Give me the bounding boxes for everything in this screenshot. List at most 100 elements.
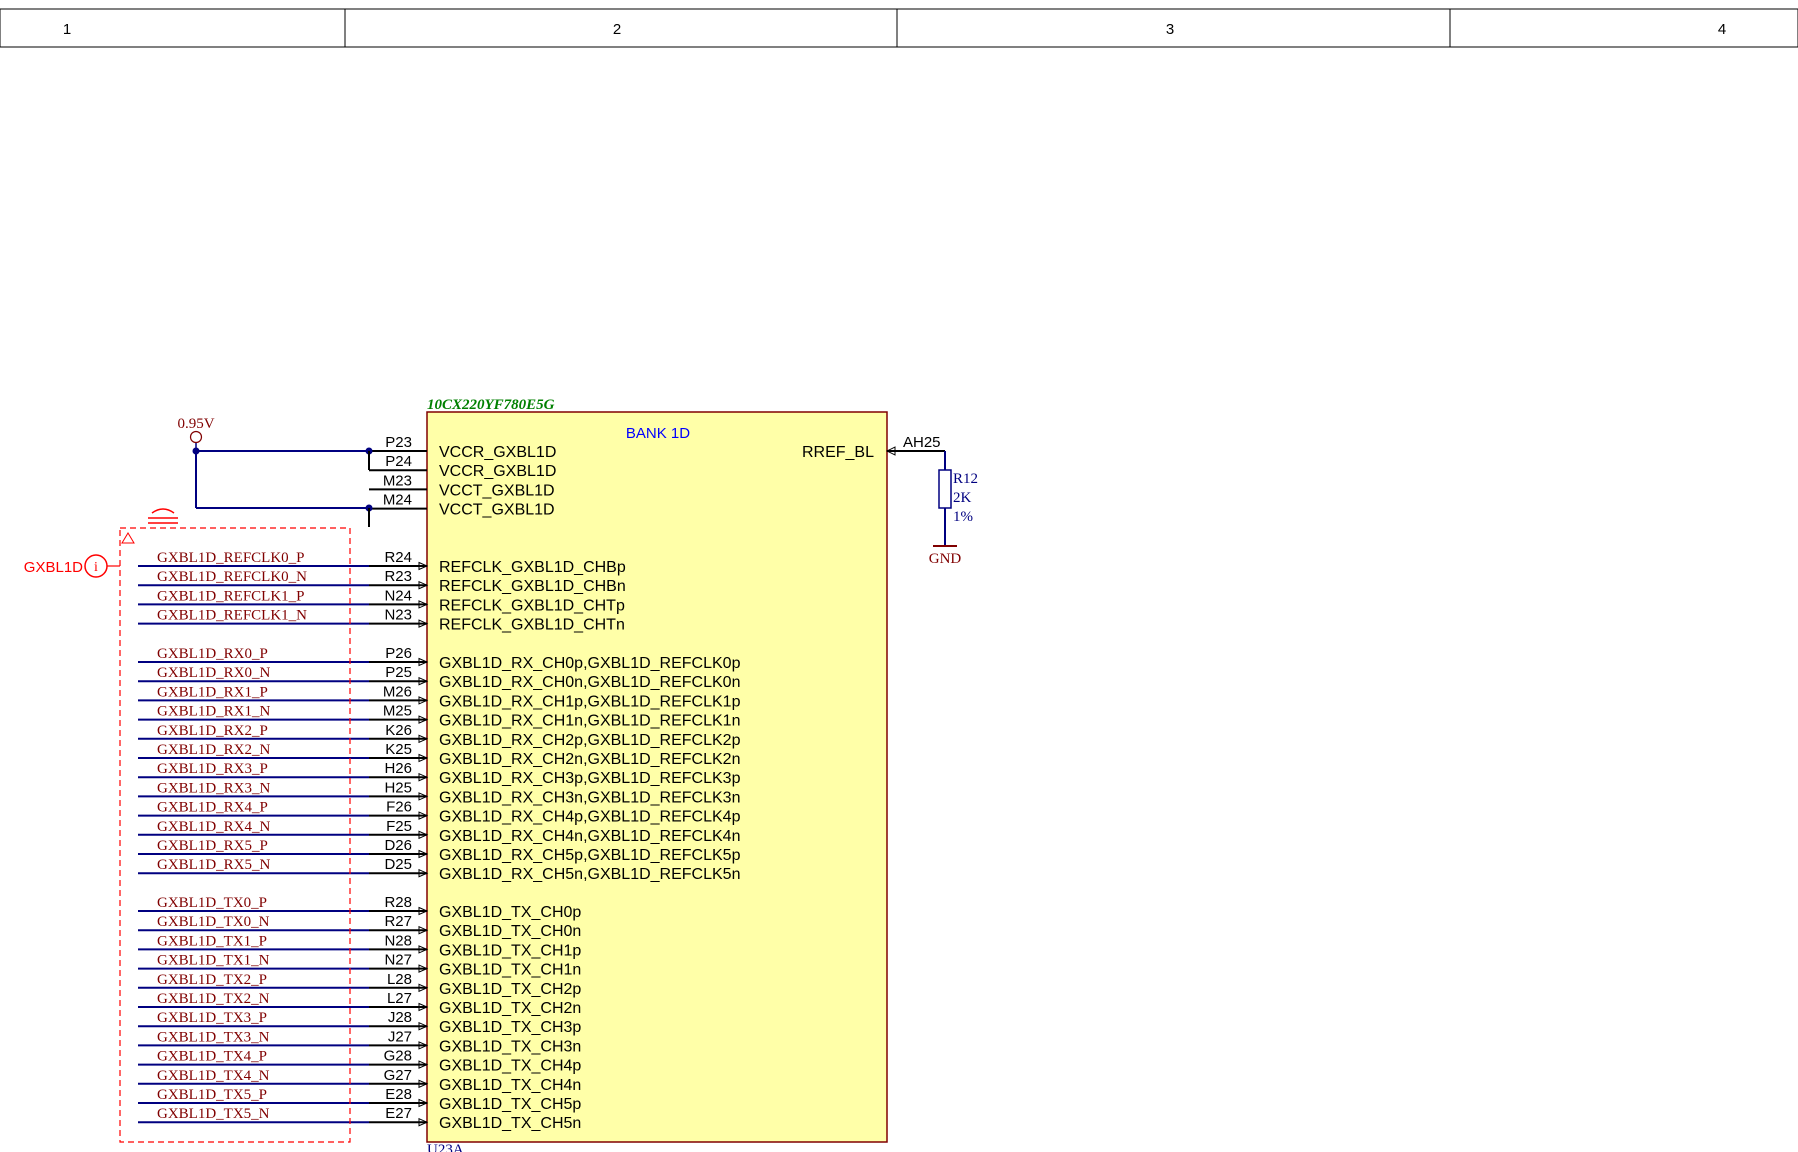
net-wire[interactable]: GXBL1D_RX3_P xyxy=(138,761,369,779)
pin-name: GXBL1D_RX_CH3n,GXBL1D_REFCLK3n xyxy=(439,789,740,806)
pin-number: H25 xyxy=(384,779,412,796)
net-wire[interactable]: GXBL1D_RX0_N xyxy=(138,665,369,683)
net-wire[interactable]: GXBL1D_RX4_N xyxy=(138,819,369,836)
net-label: GXBL1D_RX3_P xyxy=(157,761,268,777)
port-gxbl1d[interactable]: i GXBL1D xyxy=(24,554,120,578)
net-wire[interactable]: GXBL1D_TX1_N xyxy=(138,953,369,970)
pin-name: GXBL1D_RX_CH0p,GXBL1D_REFCLK0p xyxy=(439,655,741,672)
pin-name: VCCT_GXBL1D xyxy=(439,482,555,499)
pin-number: K25 xyxy=(385,741,412,758)
pin-number: R28 xyxy=(384,894,412,911)
net-wire[interactable]: GXBL1D_RX1_N xyxy=(138,704,369,721)
svg-text:i: i xyxy=(94,560,98,575)
net-wire[interactable]: GXBL1D_RX5_P xyxy=(138,838,369,855)
ground-symbol[interactable]: GND xyxy=(929,545,962,567)
port-label: GXBL1D xyxy=(24,559,83,576)
net-label: GXBL1D_TX4_P xyxy=(157,1049,267,1065)
net-wire[interactable]: GXBL1D_RX3_N xyxy=(138,780,369,798)
net-wire[interactable]: GXBL1D_TX0_P xyxy=(138,895,369,912)
pin-name: GXBL1D_RX_CH2p,GXBL1D_REFCLK2p xyxy=(439,732,741,749)
net-wire[interactable]: GXBL1D_RX1_P xyxy=(138,684,369,702)
pin-number: N28 xyxy=(384,932,412,949)
pin-name: GXBL1D_TX_CH0n xyxy=(439,923,581,940)
pin-number: R23 xyxy=(384,568,412,585)
net-wire[interactable]: GXBL1D_TX2_P xyxy=(138,972,369,989)
pin-name: GXBL1D_RX_CH5p,GXBL1D_REFCLK5p xyxy=(439,847,741,864)
warning-triangle-icon xyxy=(121,532,135,544)
net-label: GXBL1D_TX1_P xyxy=(157,933,267,949)
net-label: GXBL1D_RX4_N xyxy=(157,819,271,835)
schematic-sheet: 1 2 3 4 10CX220YF780E5G BANK 1D U23A P23… xyxy=(0,8,1798,1152)
resistor-icon xyxy=(938,469,952,509)
pin-number: L27 xyxy=(387,990,412,1007)
pin-name: GXBL1D_TX_CH3p xyxy=(439,1019,581,1036)
net-wire[interactable]: GXBL1D_RX5_N xyxy=(138,857,369,875)
net-label: GXBL1D_RX3_N xyxy=(157,780,271,796)
net-wire[interactable]: GXBL1D_RX2_N xyxy=(138,742,369,759)
net-wire[interactable]: GXBL1D_RX4_P xyxy=(138,800,369,817)
pin-number: R27 xyxy=(384,913,412,930)
pin-number: E27 xyxy=(385,1105,412,1122)
net-wire[interactable]: GXBL1D_TX4_N xyxy=(138,1068,369,1085)
net-wire[interactable]: GXBL1D_REFCLK0_P xyxy=(138,550,369,567)
pin-number: J28 xyxy=(388,1009,412,1026)
pin-name: GXBL1D_TX_CH1p xyxy=(439,942,581,959)
right-pin-number: AH25 xyxy=(903,434,941,451)
net-label: GXBL1D_RX2_N xyxy=(157,742,271,758)
net-wire[interactable]: GXBL1D_RX2_P xyxy=(138,723,369,740)
pin-number: D26 xyxy=(384,837,412,854)
net-label: GXBL1D_RX0_P xyxy=(157,646,268,662)
resistor-r12[interactable]: R12 2K 1% xyxy=(938,451,978,546)
net-label: GXBL1D_RX1_N xyxy=(157,704,271,720)
net-label: GXBL1D_TX0_P xyxy=(157,895,267,911)
net-label: GXBL1D_RX4_P xyxy=(157,800,268,816)
net-label: GXBL1D_TX5_N xyxy=(157,1106,270,1122)
power-label: 0.95V xyxy=(177,416,214,432)
net-wire[interactable]: GXBL1D_TX1_P xyxy=(138,933,369,951)
pin-number: P25 xyxy=(385,664,412,681)
pin-name: GXBL1D_RX_CH1n,GXBL1D_REFCLK1n xyxy=(439,713,740,730)
sheet-border: 1 2 3 4 xyxy=(0,8,1798,48)
pin-number: K26 xyxy=(385,722,412,739)
net-label: GXBL1D_TX5_P xyxy=(157,1087,267,1103)
pin-name: GXBL1D_TX_CH3n xyxy=(439,1038,581,1055)
pin-name: GXBL1D_TX_CH5p xyxy=(439,1096,581,1113)
resistor-value: 2K xyxy=(953,490,972,506)
zone-label-2: 2 xyxy=(613,21,621,38)
net-wire[interactable]: GXBL1D_TX3_P xyxy=(138,1010,369,1028)
net-wire-group: GXBL1D_REFCLK0_P GXBL1D_REFCLK0_N GXBL1D_R… xyxy=(138,550,369,1124)
pin-number: P24 xyxy=(385,453,412,470)
zone-label-1: 1 xyxy=(63,21,71,38)
pin-number: G27 xyxy=(384,1067,412,1084)
pin-number: F26 xyxy=(386,799,412,816)
net-wire[interactable]: GXBL1D_RX0_P xyxy=(138,646,369,663)
net-wire[interactable]: GXBL1D_TX3_N xyxy=(138,1029,369,1047)
net-label: GXBL1D_TX0_N xyxy=(157,914,270,930)
net-wire[interactable]: GXBL1D_TX2_N xyxy=(138,991,369,1008)
power-port-0v95[interactable]: 0.95V xyxy=(177,416,215,451)
pin-name: VCCR_GXBL1D xyxy=(439,444,556,461)
pin-number: L28 xyxy=(387,971,412,988)
pin-name: GXBL1D_TX_CH5n xyxy=(439,1115,581,1132)
pin-number: M23 xyxy=(383,472,412,489)
pin-number: D25 xyxy=(384,856,412,873)
net-wire[interactable]: GXBL1D_TX4_P xyxy=(138,1049,369,1066)
pin-name: GXBL1D_RX_CH1p,GXBL1D_REFCLK1p xyxy=(439,693,741,710)
net-wire[interactable]: GXBL1D_REFCLK1_N xyxy=(138,608,369,625)
pin-number: M24 xyxy=(383,492,412,509)
pin-number: M25 xyxy=(383,703,412,720)
pin-name: REFCLK_GXBL1D_CHBp xyxy=(439,559,626,576)
pin-number: N24 xyxy=(384,587,412,604)
net-label: GXBL1D_REFCLK1_N xyxy=(157,608,307,624)
net-wire[interactable]: GXBL1D_TX0_N xyxy=(138,914,369,932)
net-wire[interactable]: GXBL1D_REFCLK1_P xyxy=(138,588,369,606)
pin-name: REFCLK_GXBL1D_CHBn xyxy=(439,578,626,595)
net-wire[interactable]: GXBL1D_REFCLK0_N xyxy=(138,569,369,587)
pin-name: GXBL1D_TX_CH2p xyxy=(439,981,581,998)
pin-number: H26 xyxy=(384,760,412,777)
resistor-designator: R12 xyxy=(953,471,978,487)
pin-number: R24 xyxy=(384,549,412,566)
net-wire[interactable]: GXBL1D_TX5_P xyxy=(138,1087,369,1104)
designator-label: U23A xyxy=(427,1142,464,1152)
net-wire[interactable]: GXBL1D_TX5_N xyxy=(138,1106,369,1124)
